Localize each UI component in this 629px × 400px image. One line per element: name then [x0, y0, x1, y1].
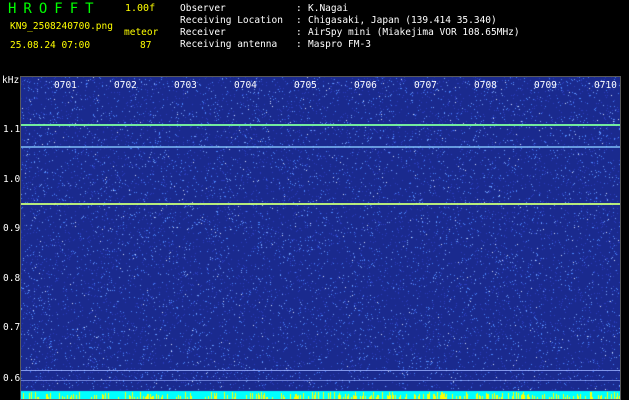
time-tick-label: 0701 — [54, 80, 77, 91]
info-key: Receiver — [180, 27, 226, 38]
carrier-line — [20, 146, 620, 148]
info-key: Observer — [180, 3, 226, 14]
y-tick-label: 0.8 — [3, 273, 21, 284]
count-label: 87 — [140, 40, 152, 51]
info-value: AirSpy mini (Miakejima VOR 108.65MHz) — [308, 27, 520, 38]
time-tick-label: 0705 — [294, 80, 317, 91]
time-tick-label: 0710 — [594, 80, 617, 91]
carrier-line — [20, 370, 620, 371]
time-tick-label: 0702 — [114, 80, 137, 91]
header-panel: HROFFT 1.00f KN9_2508240700.png meteor 2… — [0, 0, 629, 76]
app-title: HROFFT — [8, 1, 101, 17]
carrier-line — [20, 203, 620, 205]
time-tick-label: 0707 — [414, 80, 437, 91]
datetime-label: 25.08.24 07:00 — [10, 40, 91, 51]
time-tick-label: 0709 — [534, 80, 557, 91]
y-unit-label: kHz — [2, 75, 20, 86]
info-row-receiver: Receiver: AirSpy mini (Miakejima VOR 108.… — [180, 27, 520, 38]
mode-label: meteor — [124, 27, 159, 38]
info-value: Chigasaki, Japan (139.414 35.340) — [308, 15, 497, 26]
time-tick-label: 0704 — [234, 80, 257, 91]
time-tick-label: 0706 — [354, 80, 377, 91]
info-key: Receiving antenna — [180, 39, 278, 50]
y-tick-label: 0.9 — [3, 223, 21, 234]
info-value: K.Nagai — [308, 3, 349, 14]
info-row-antenna: Receiving antenna: Maspro FM-3 — [180, 39, 371, 50]
carrier-line — [20, 124, 620, 126]
version-label: 1.00f — [125, 3, 156, 14]
y-tick-label: 1.1 — [3, 124, 21, 135]
y-tick-label: 0.6 — [3, 373, 21, 384]
info-row-location: Receiving Location: Chigasaki, Japan (139… — [180, 15, 497, 26]
carrier-line — [20, 380, 620, 381]
info-key: Receiving Location — [180, 15, 283, 26]
y-tick-label: 0.7 — [3, 322, 21, 333]
info-row-observer: Observer: K.Nagai — [180, 3, 349, 14]
y-tick-label: 1.0 — [3, 174, 21, 185]
file-name: KN9_2508240700.png — [10, 21, 113, 32]
info-value: Maspro FM-3 — [308, 39, 371, 50]
time-tick-label: 0703 — [174, 80, 197, 91]
time-tick-label: 0708 — [474, 80, 497, 91]
